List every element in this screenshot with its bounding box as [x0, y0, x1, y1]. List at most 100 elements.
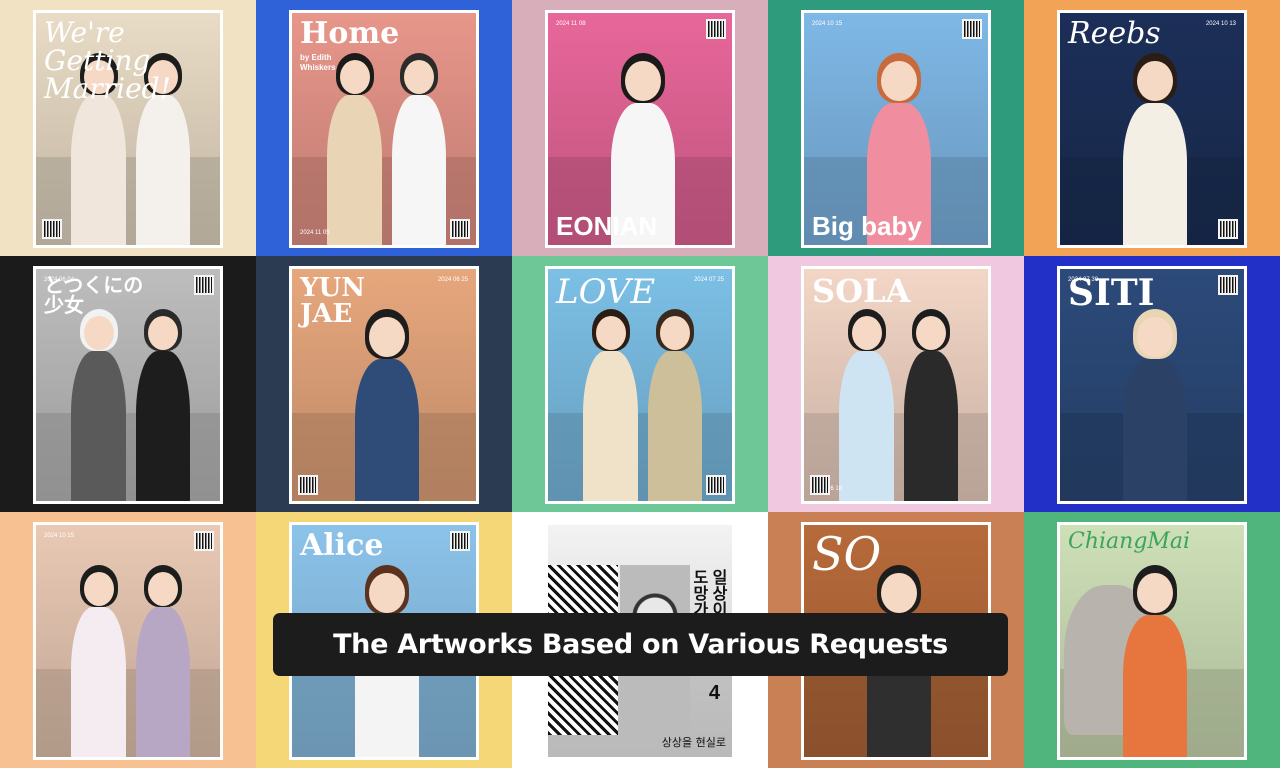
poster: Big baby 2024 10 15 [801, 10, 991, 248]
character-figure [347, 309, 427, 501]
poster-date: 2024 07 25 [693, 277, 724, 283]
character-face [1137, 61, 1173, 101]
artwork-tile: Big baby 2024 10 15 [768, 0, 1024, 256]
poster: Reebs 2024 10 13 [1057, 10, 1247, 248]
character-face [83, 571, 114, 606]
character-body [71, 95, 126, 245]
poster: SITI 2024 07 30 [1057, 266, 1247, 504]
qr-code-icon [450, 219, 470, 239]
character-figure [897, 309, 965, 501]
poster-date: 2024 06 25 [437, 277, 468, 283]
caption-text: The Artworks Based on Various Requests [333, 629, 948, 660]
artwork-tile: とつくにの 少女 2024 06 04 [0, 256, 256, 512]
poster: 2024 10 15 [33, 522, 223, 760]
character-face [1137, 317, 1173, 357]
artwork-tile: SITI 2024 07 30 [1024, 256, 1280, 512]
poster-title: Big baby [812, 211, 922, 241]
qr-code-icon [706, 475, 726, 495]
poster: LOVE 2024 07 25 [545, 266, 735, 504]
qr-code-icon [194, 531, 214, 551]
character-figure [833, 309, 901, 501]
character-face [1137, 573, 1173, 613]
character-body [1123, 358, 1187, 501]
korean-subtitle: 상상을 현실로 [661, 735, 726, 749]
character-face [851, 315, 882, 350]
character-figure [65, 309, 133, 501]
poster-title: Alice [300, 528, 384, 563]
character-body [1123, 614, 1187, 757]
qr-code-icon [810, 475, 830, 495]
character-figure [321, 53, 389, 245]
character-figure [385, 53, 453, 245]
qr-code-icon [450, 531, 470, 551]
character-body [327, 95, 382, 245]
poster-title: Home [300, 16, 400, 51]
artwork-tile: LOVE 2024 07 25 [512, 256, 768, 512]
poster-date: 2024 11 05 [300, 229, 330, 236]
poster-subtitle: by Edith Whiskers [300, 53, 336, 72]
poster-date: 2024 11 08 [556, 21, 586, 27]
poster: We're Getting Married! [33, 10, 223, 248]
character-face [404, 59, 435, 94]
character-body [583, 351, 638, 501]
poster-title: SO [812, 527, 882, 581]
poster-date: 2024 10 15 [812, 21, 843, 27]
character-figure [1115, 309, 1195, 501]
character-face [148, 315, 179, 350]
poster-date: 2024 10 15 [44, 533, 75, 539]
character-body [839, 351, 894, 501]
character-body [71, 351, 126, 501]
qr-code-icon [706, 19, 726, 39]
poster-title: EONIAN [556, 211, 658, 241]
character-body [136, 607, 191, 757]
poster: Home by Edith Whiskers 2024 11 05 [289, 10, 479, 248]
character-figure [1115, 565, 1195, 757]
character-body [355, 358, 419, 501]
poster: YUN JAE 2024 06 25 [289, 266, 479, 504]
character-face [881, 61, 917, 101]
character-face [83, 315, 114, 350]
character-body [71, 607, 126, 757]
artwork-tile: EONIAN 2024 11 08 [512, 0, 768, 256]
qr-code-icon [298, 475, 318, 495]
qr-code-icon [42, 219, 62, 239]
artwork-tile: ChiangMai [1024, 512, 1280, 768]
poster-title: We're Getting Married! [44, 16, 171, 105]
character-face [625, 61, 661, 101]
issue-number: 4 [708, 682, 720, 704]
character-figure [65, 565, 133, 757]
character-face [595, 315, 626, 350]
character-face [881, 573, 917, 613]
character-body [1123, 102, 1187, 245]
poster-title: ChiangMai [1068, 529, 1191, 554]
character-figure [129, 309, 197, 501]
character-figure [577, 309, 645, 501]
character-face [660, 315, 691, 350]
qr-code-icon [1218, 275, 1238, 295]
qr-code-icon [1218, 219, 1238, 239]
artwork-tile: YUN JAE 2024 06 25 [256, 256, 512, 512]
poster-date: 2024 07 30 [1068, 277, 1099, 283]
qr-code-icon [194, 275, 214, 295]
poster: とつくにの 少女 2024 06 04 [33, 266, 223, 504]
character-face [916, 315, 947, 350]
artwork-tile: SOLA2024 06 18 [768, 256, 1024, 512]
poster: ChiangMai [1057, 522, 1247, 760]
character-body [136, 95, 191, 245]
artwork-tile: 2024 10 15 [0, 512, 256, 768]
character-figure [129, 565, 197, 757]
qr-code-icon [962, 19, 982, 39]
poster: SOLA2024 06 18 [801, 266, 991, 504]
caption-banner: The Artworks Based on Various Requests [273, 613, 1008, 676]
character-body [392, 95, 447, 245]
character-figure [641, 309, 709, 501]
character-body [648, 351, 703, 501]
artwork-tile: Reebs 2024 10 13 [1024, 0, 1280, 256]
character-face [339, 59, 370, 94]
poster-title: SOLA [812, 272, 911, 310]
character-face [148, 571, 179, 606]
artwork-grid: We're Getting Married! Home by Edith Whisk… [0, 0, 1280, 768]
artwork-tile: We're Getting Married! [0, 0, 256, 256]
poster-date: 2024 06 04 [44, 277, 75, 283]
poster-date: 2024 10 13 [1205, 21, 1236, 27]
